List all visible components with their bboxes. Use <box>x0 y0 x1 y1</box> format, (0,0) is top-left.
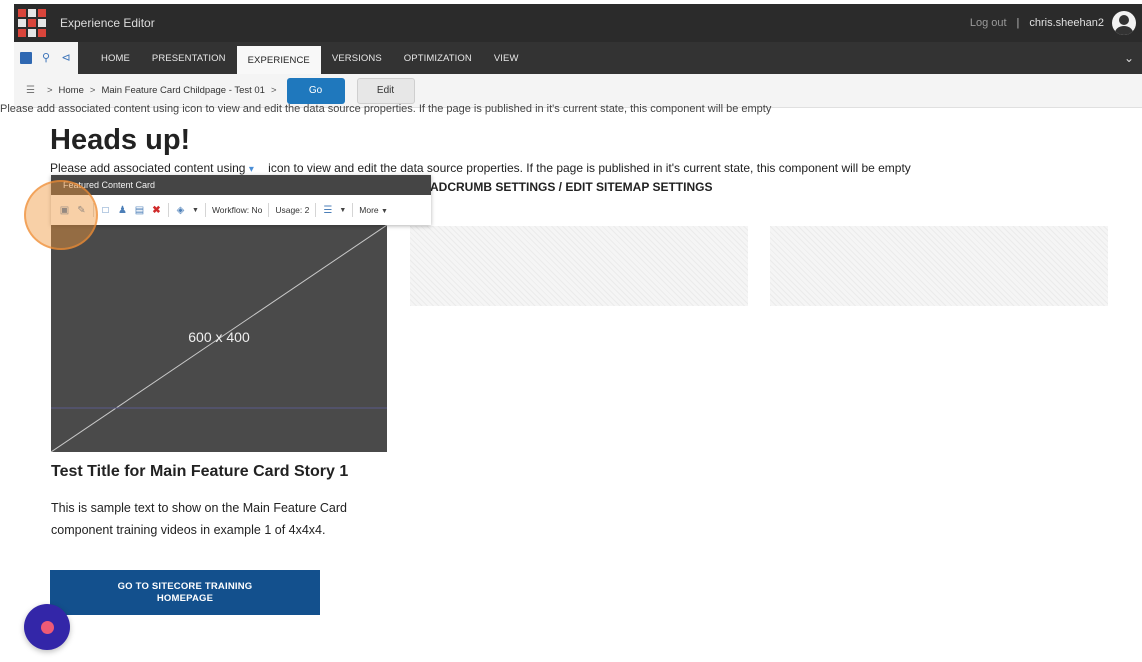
save-icon[interactable] <box>20 52 32 64</box>
record-dot-icon <box>40 620 54 634</box>
chevron-down-icon[interactable]: ⌄ <box>1124 51 1134 65</box>
breadcrumb-home[interactable]: Home <box>59 85 84 96</box>
card-body-text[interactable]: This is sample text to show on the Main … <box>51 497 371 541</box>
tab-view[interactable]: VIEW <box>483 42 530 74</box>
page-heading: Heads up! <box>50 124 191 156</box>
usage-count[interactable]: Usage: 2 <box>275 205 309 215</box>
chevron-right-icon: > <box>89 85 96 96</box>
tab-optimization[interactable]: OPTIMIZATION <box>393 42 483 74</box>
more-label: More <box>359 205 379 215</box>
breadcrumb-settings-heading[interactable]: ADCRUMB SETTINGS / EDIT SITEMAP SETTINGS <box>430 180 712 194</box>
tab-experience[interactable]: EXPERIENCE <box>236 46 321 74</box>
component-toolbar-title: Featured Content Card <box>51 175 431 195</box>
edit-button[interactable]: Edit <box>356 77 415 104</box>
avatar[interactable] <box>1112 11 1136 35</box>
datasource-icon: ▾ <box>248 164 254 175</box>
datasource-icon[interactable]: ◈ <box>175 205 186 216</box>
content-tree-icon[interactable]: ☰ <box>26 85 35 96</box>
go-button[interactable]: Go <box>286 77 345 104</box>
divider <box>168 203 169 217</box>
tab-home[interactable]: HOME <box>90 42 141 74</box>
notice-text-start: Please add associated content using <box>50 161 246 175</box>
chevron-down-icon[interactable]: ▼ <box>339 207 346 214</box>
ribbon-tabs: HOME PRESENTATION EXPERIENCE VERSIONS OP… <box>90 42 530 74</box>
card-title[interactable]: Test Title for Main Feature Card Story 1 <box>51 463 348 481</box>
properties-icon[interactable]: ▤ <box>134 205 145 216</box>
tree-icon[interactable]: ☰ <box>322 205 333 216</box>
tab-versions[interactable]: VERSIONS <box>321 42 393 74</box>
title-bar: Experience Editor Log out | chris.sheeha… <box>14 4 1142 42</box>
component-toolbar-actions: ▣ ✎ □ ♟ ▤ ✖ ◈ ▼ Workflow: No Usage: 2 ☰ … <box>51 195 431 225</box>
select-parent-icon[interactable]: □ <box>100 205 111 216</box>
cta-button[interactable]: GO TO SITECORE TRAINING HOMEPAGE <box>50 570 320 615</box>
divider <box>204 203 206 217</box>
user-area: Log out | chris.sheehan2 <box>970 11 1136 35</box>
chevron-down-icon: ▼ <box>381 208 388 215</box>
click-highlight <box>24 180 98 250</box>
image-size-label: 600 x 400 <box>188 329 250 345</box>
empty-card-slot-2[interactable] <box>410 226 748 306</box>
share-icon[interactable]: ⊲ <box>60 52 72 64</box>
search-icon[interactable]: ⚲ <box>40 52 52 64</box>
card-image-placeholder[interactable]: 600 x 400 <box>51 225 387 452</box>
empty-card-slot-3[interactable] <box>770 226 1108 306</box>
tab-presentation[interactable]: PRESENTATION <box>141 42 237 74</box>
app-launcher-icon[interactable] <box>18 9 46 37</box>
personalize-icon[interactable]: ♟ <box>117 205 128 216</box>
navigation-bar: ☰ > Home > Main Feature Card Childpage -… <box>14 74 1142 108</box>
chevron-right-icon[interactable]: > <box>271 85 277 96</box>
notice-text-end: icon to view and edit the data source pr… <box>268 161 911 175</box>
divider <box>352 203 354 217</box>
ghost-notice: Please add associated content using icon… <box>0 104 772 115</box>
floating-action-button[interactable] <box>24 604 70 650</box>
delete-icon[interactable]: ✖ <box>151 205 162 216</box>
empty-datasource-notice: Please add associated content using ▾ ic… <box>50 161 911 175</box>
divider <box>268 203 270 217</box>
component-toolbar: Featured Content Card ▣ ✎ □ ♟ ▤ ✖ ◈ ▼ Wo… <box>51 175 431 225</box>
experience-editor-window: Experience Editor Log out | chris.sheeha… <box>0 0 1142 662</box>
breadcrumb: > Home > Main Feature Card Childpage - T… <box>47 85 277 96</box>
quick-access-toolbar: ⚲ ⊲ <box>14 42 78 74</box>
logout-link[interactable]: Log out <box>970 17 1007 29</box>
more-menu[interactable]: More ▼ <box>359 205 388 215</box>
workflow-status: Workflow: No <box>211 205 263 215</box>
username[interactable]: chris.sheehan2 <box>1029 17 1104 29</box>
app-title: Experience Editor <box>60 16 155 30</box>
chevron-down-icon[interactable]: ▼ <box>192 207 199 214</box>
separator: | <box>1016 17 1020 29</box>
chevron-right-icon: > <box>46 85 53 96</box>
ribbon: ⚲ ⊲ HOME PRESENTATION EXPERIENCE VERSION… <box>14 42 1142 74</box>
divider <box>315 203 317 217</box>
breadcrumb-current-page[interactable]: Main Feature Card Childpage - Test 01 <box>101 85 265 96</box>
